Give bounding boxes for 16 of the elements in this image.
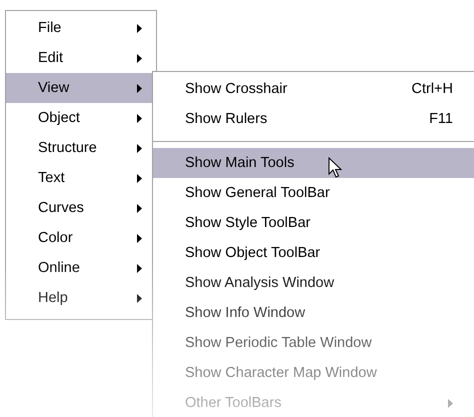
- menu-item[interactable]: Help: [6, 283, 156, 313]
- pointer-cursor-icon: [328, 157, 342, 179]
- menu-item[interactable]: Structure: [6, 133, 156, 163]
- menu-item[interactable]: Show Style ToolBar: [153, 208, 474, 238]
- menu-item[interactable]: Color: [6, 223, 156, 253]
- menu-item[interactable]: Curves: [6, 193, 156, 223]
- menu-item[interactable]: Show Crosshair Ctrl+H: [153, 74, 474, 104]
- menu-item[interactable]: Object: [6, 103, 156, 133]
- menu-item[interactable]: Edit: [6, 43, 156, 73]
- menu-item[interactable]: Text: [6, 163, 156, 193]
- menu-item[interactable]: Show General ToolBar: [153, 178, 474, 208]
- menu-item[interactable]: Show Rulers F11: [153, 104, 474, 134]
- menu-item[interactable]: Show Main Tools: [153, 148, 474, 178]
- menu-item[interactable]: File: [6, 13, 156, 43]
- menu-item[interactable]: Online: [6, 253, 156, 283]
- menu-item[interactable]: Show Periodic Table Window: [153, 328, 474, 358]
